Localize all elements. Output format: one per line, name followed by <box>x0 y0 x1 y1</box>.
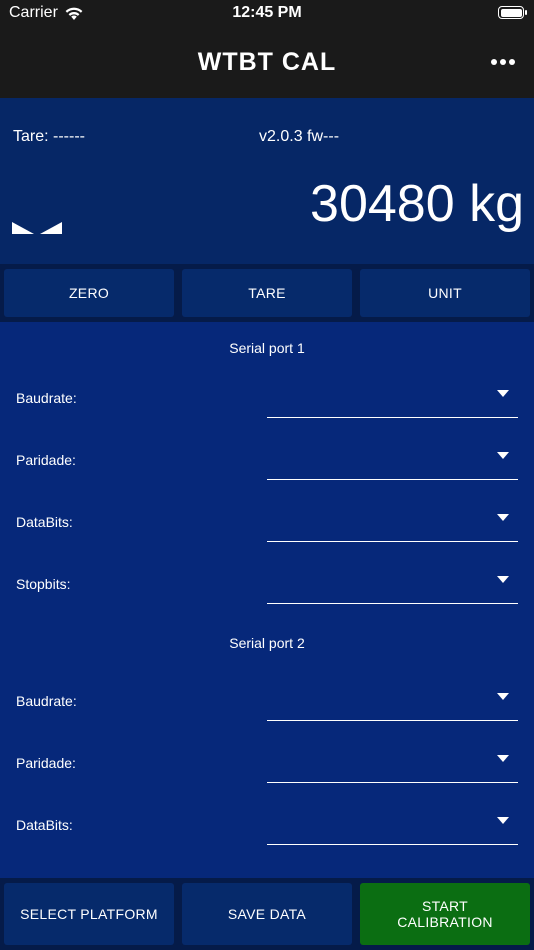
sp2-databits-select[interactable] <box>267 805 518 845</box>
sp2-paridade-select[interactable] <box>267 743 518 783</box>
sp1-paridade-label: Paridade: <box>16 452 76 468</box>
dropdown-arrow-icon <box>497 576 509 583</box>
firmware-version: v2.0.3 fw--- <box>259 128 340 145</box>
dropdown-arrow-icon <box>497 755 509 762</box>
sp2-baudrate-label: Baudrate: <box>16 693 77 709</box>
status-bar: Carrier 12:45 PM <box>0 0 534 28</box>
dropdown-arrow-icon <box>497 817 509 824</box>
dropdown-arrow-icon <box>497 514 509 521</box>
dropdown-arrow-icon <box>497 390 509 397</box>
sp1-stopbits-label: Stopbits: <box>16 576 71 592</box>
zero-button[interactable]: ZERO <box>4 269 174 317</box>
serial-port-1-title: Serial port 1 <box>229 340 305 356</box>
app-title: WTBT CAL <box>197 48 337 76</box>
nav-bar: WTBT CAL <box>0 28 534 98</box>
sp2-databits-label: DataBits: <box>16 817 73 833</box>
sp2-paridade-label: Paridade: <box>16 755 76 771</box>
sp1-databits-select[interactable] <box>267 502 518 542</box>
unit-button[interactable]: UNIT <box>360 269 530 317</box>
save-data-button[interactable]: SAVE DATA <box>182 883 352 945</box>
serial-port-2-title: Serial port 2 <box>229 635 305 651</box>
dropdown-arrow-icon <box>497 693 509 700</box>
weight-panel: Tare: ------ v2.0.3 fw--- 30480 kg <box>0 98 534 264</box>
tare-button[interactable]: TARE <box>182 269 352 317</box>
bottom-action-bar: SELECT PLATFORM SAVE DATA START CALIBRAT… <box>0 878 534 950</box>
sp1-paridade-select[interactable] <box>267 440 518 480</box>
sp1-databits-label: DataBits: <box>16 514 73 530</box>
more-horizontal-icon[interactable] <box>488 50 518 74</box>
stability-indicator-icon <box>12 222 62 234</box>
weight-reading: 30480 kg <box>310 175 524 233</box>
sp1-baudrate-select[interactable] <box>267 378 518 418</box>
tare-value: Tare: ------ <box>13 128 85 145</box>
dropdown-arrow-icon <box>497 452 509 459</box>
sp1-baudrate-label: Baudrate: <box>16 390 77 406</box>
battery-icon <box>498 6 527 19</box>
sp1-stopbits-select[interactable] <box>267 564 518 604</box>
action-buttons-row: ZERO TARE UNIT <box>0 264 534 322</box>
sp2-baudrate-select[interactable] <box>267 681 518 721</box>
serial-settings-panel[interactable]: Serial port 1 Baudrate: Paridade: DataBi… <box>0 322 534 878</box>
start-calibration-button[interactable]: START CALIBRATION <box>360 883 530 945</box>
select-platform-button[interactable]: SELECT PLATFORM <box>4 883 174 945</box>
status-time: 12:45 PM <box>232 4 302 21</box>
